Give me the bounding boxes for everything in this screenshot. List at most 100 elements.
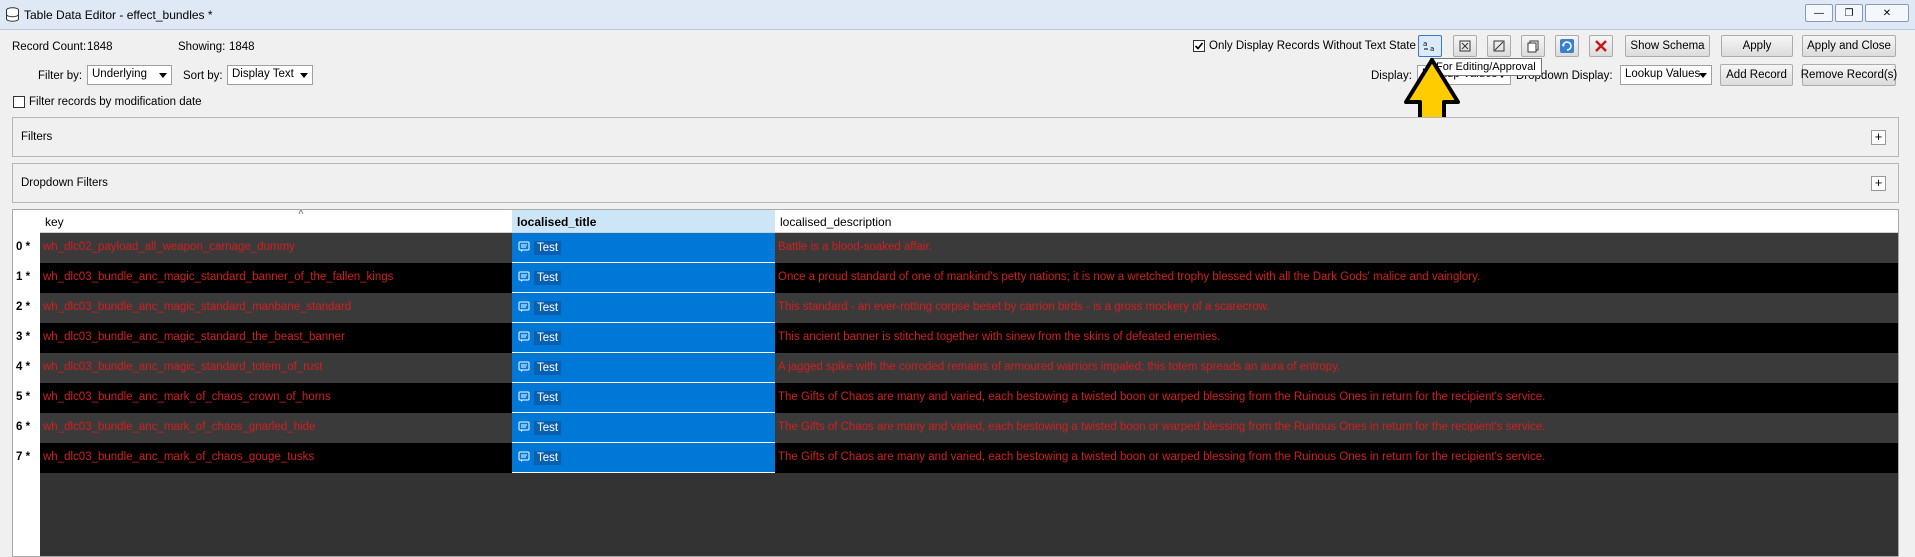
show-schema-label: Show Schema bbox=[1630, 40, 1705, 52]
copy-icon bbox=[1527, 40, 1539, 53]
row-number[interactable]: 2 * bbox=[16, 301, 30, 313]
showing-label: Showing: bbox=[178, 41, 226, 53]
refresh-button[interactable] bbox=[1555, 35, 1579, 57]
sort-by-label: Sort by: bbox=[183, 70, 223, 82]
table-row[interactable]: wh_dlc03_bundle_anc_mark_of_chaos_crown_… bbox=[40, 383, 1898, 413]
comment-icon bbox=[518, 361, 530, 372]
dropdown-display-select[interactable]: Lookup Values bbox=[1620, 65, 1712, 85]
description-cell[interactable]: The Gifts of Chaos are many and varied, … bbox=[775, 383, 1898, 413]
close-icon: ✕ bbox=[1882, 7, 1892, 19]
title-text: Test bbox=[534, 421, 562, 435]
description-cell[interactable]: The Gifts of Chaos are many and varied, … bbox=[775, 443, 1898, 473]
key-cell[interactable]: wh_dlc03_bundle_anc_magic_standard_totem… bbox=[40, 353, 512, 383]
title-bar: Table Data Editor - effect_bundles * — ❐… bbox=[0, 0, 1915, 30]
red-x-icon bbox=[1595, 40, 1607, 52]
sort-by-select[interactable]: Display Text bbox=[227, 65, 313, 85]
filter-by-value: Underlying bbox=[92, 68, 147, 80]
key-cell[interactable]: wh_dlc03_bundle_anc_mark_of_chaos_gnarle… bbox=[40, 413, 512, 443]
row-number[interactable]: 3 * bbox=[16, 331, 30, 343]
copy-button[interactable] bbox=[1521, 35, 1545, 57]
data-table[interactable]: key ˄ localised_title localised_descript… bbox=[12, 209, 1899, 557]
chevron-down-icon bbox=[159, 73, 167, 78]
title-cell[interactable]: Test bbox=[512, 413, 775, 443]
row-header-column bbox=[13, 210, 40, 556]
row-number[interactable]: 0 * bbox=[16, 241, 30, 253]
expand-icon[interactable]: + bbox=[1871, 130, 1886, 145]
description-cell[interactable]: A jagged spike with the corroded remains… bbox=[775, 353, 1898, 383]
key-cell[interactable]: wh_dlc03_bundle_anc_magic_standard_manba… bbox=[40, 293, 512, 323]
row-number[interactable]: 7 * bbox=[16, 451, 30, 463]
key-cell[interactable]: wh_dlc03_bundle_anc_magic_standard_the_b… bbox=[40, 323, 512, 353]
table-row[interactable]: wh_dlc03_bundle_anc_magic_standard_manba… bbox=[40, 293, 1898, 323]
column-header-localised-title[interactable]: localised_title bbox=[512, 210, 775, 233]
row-number[interactable]: 6 * bbox=[16, 421, 30, 433]
row-number[interactable]: 1 * bbox=[16, 271, 30, 283]
edit-cell-button[interactable] bbox=[1487, 35, 1511, 57]
comment-icon bbox=[518, 451, 530, 462]
table-row[interactable]: wh_dlc02_payload_all_weapon_carnage_dumm… bbox=[40, 233, 1898, 263]
title-cell[interactable]: Test bbox=[512, 383, 775, 413]
row-number[interactable]: 5 * bbox=[16, 391, 30, 403]
title-cell[interactable]: Test bbox=[512, 293, 775, 323]
table-row[interactable]: wh_dlc03_bundle_anc_mark_of_chaos_gouge_… bbox=[40, 443, 1898, 473]
remove-records-button[interactable]: Remove Record(s) bbox=[1800, 64, 1898, 86]
title-text: Test bbox=[534, 391, 562, 405]
table-row[interactable]: wh_dlc03_bundle_anc_magic_standard_the_b… bbox=[40, 323, 1898, 353]
description-cell[interactable]: This standard - an ever-rotting corpse b… bbox=[775, 293, 1898, 323]
clear-state-button[interactable] bbox=[1453, 35, 1477, 57]
apply-and-close-label: Apply and Close bbox=[1807, 40, 1891, 52]
title-cell[interactable]: Test bbox=[512, 443, 775, 473]
title-text: Test bbox=[534, 331, 562, 345]
key-cell[interactable]: wh_dlc03_bundle_anc_mark_of_chaos_crown_… bbox=[40, 383, 512, 413]
table-row[interactable]: wh_dlc03_bundle_anc_magic_standard_banne… bbox=[40, 263, 1898, 293]
delete-button[interactable] bbox=[1589, 35, 1613, 57]
sort-indicator-icon: ˄ bbox=[298, 209, 304, 218]
filter-by-select[interactable]: Underlying bbox=[87, 65, 172, 85]
description-cell[interactable]: This ancient banner is stitched together… bbox=[775, 323, 1898, 353]
show-schema-button[interactable]: Show Schema bbox=[1625, 35, 1710, 57]
clear-box-icon bbox=[1459, 40, 1471, 52]
modification-date-checkbox[interactable] bbox=[13, 96, 25, 108]
comment-icon bbox=[518, 241, 530, 252]
edit-icon bbox=[1493, 40, 1505, 52]
column-header-key[interactable]: key ˄ bbox=[40, 210, 512, 233]
minimize-icon: — bbox=[1814, 7, 1824, 19]
restore-button[interactable]: ❐ bbox=[1835, 4, 1863, 22]
key-cell[interactable]: wh_dlc03_bundle_anc_mark_of_chaos_gouge_… bbox=[40, 443, 512, 473]
filters-panel[interactable]: Filters + bbox=[12, 117, 1899, 157]
minimize-button[interactable]: — bbox=[1805, 4, 1833, 22]
apply-button[interactable]: Apply bbox=[1721, 35, 1793, 57]
editing-approval-button[interactable]: aa bbox=[1418, 35, 1442, 57]
only-display-checkbox[interactable] bbox=[1193, 40, 1205, 52]
column-header-localised-description[interactable]: localised_description bbox=[775, 210, 1898, 233]
close-button[interactable]: ✕ bbox=[1865, 4, 1909, 22]
record-count-value: 1848 bbox=[87, 41, 113, 53]
apply-and-close-button[interactable]: Apply and Close bbox=[1802, 35, 1896, 57]
restore-icon: ❐ bbox=[1844, 7, 1854, 19]
table-icon bbox=[6, 7, 19, 22]
description-cell[interactable]: Once a proud standard of one of mankind'… bbox=[775, 263, 1898, 293]
remove-records-label: Remove Record(s) bbox=[1800, 69, 1898, 81]
title-cell[interactable]: Test bbox=[512, 323, 775, 353]
refresh-icon bbox=[1560, 39, 1574, 53]
title-text: Test bbox=[534, 241, 562, 255]
title-text: Test bbox=[534, 271, 562, 285]
row-number[interactable]: 4 * bbox=[16, 361, 30, 373]
dropdown-filters-panel[interactable]: Dropdown Filters + bbox=[12, 163, 1899, 203]
comment-icon bbox=[518, 391, 530, 402]
key-cell[interactable]: wh_dlc03_bundle_anc_magic_standard_banne… bbox=[40, 263, 512, 293]
table-row[interactable]: wh_dlc03_bundle_anc_magic_standard_totem… bbox=[40, 353, 1898, 383]
description-cell[interactable]: Battle is a blood-soaked affair. bbox=[775, 233, 1898, 263]
title-cell[interactable]: Test bbox=[512, 353, 775, 383]
table-row[interactable]: wh_dlc03_bundle_anc_mark_of_chaos_gnarle… bbox=[40, 413, 1898, 443]
column-header-label: localised_description bbox=[780, 215, 892, 229]
title-cell[interactable]: Test bbox=[512, 263, 775, 293]
title-cell[interactable]: Test bbox=[512, 233, 775, 263]
text-state-icon: aa bbox=[1423, 40, 1434, 53]
add-record-button[interactable]: Add Record bbox=[1720, 64, 1793, 86]
description-cell[interactable]: The Gifts of Chaos are many and varied, … bbox=[775, 413, 1898, 443]
add-record-label: Add Record bbox=[1726, 69, 1787, 81]
filters-panel-title: Filters bbox=[21, 131, 53, 143]
expand-icon[interactable]: + bbox=[1871, 176, 1886, 191]
key-cell[interactable]: wh_dlc02_payload_all_weapon_carnage_dumm… bbox=[40, 233, 512, 263]
